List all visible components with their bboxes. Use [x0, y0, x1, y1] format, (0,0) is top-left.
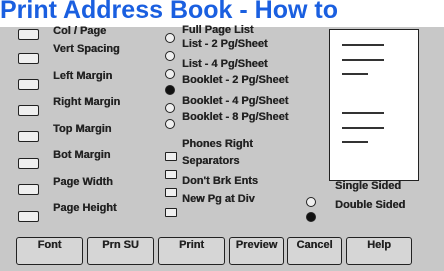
page-width-field[interactable] [18, 184, 39, 195]
page-preview [329, 29, 419, 181]
vert-spacing-field[interactable] [18, 53, 39, 64]
list-2-label: List - 2 Pg/Sheet [182, 38, 268, 50]
right-margin-label: Right Margin [53, 96, 121, 108]
preview-line [342, 112, 384, 114]
help-button-label: Help [367, 239, 391, 251]
bot-margin-field[interactable] [18, 158, 39, 169]
page-width-label: Page Width [53, 176, 113, 188]
font-button[interactable]: Font [16, 237, 83, 265]
separators-label: Separators [182, 155, 240, 167]
booklet-4-label: Booklet - 4 Pg/Sheet [182, 95, 289, 107]
phones-right-checkbox[interactable] [165, 188, 177, 197]
preview-button-label: Preview [235, 239, 278, 251]
dont-brk-ents-checkbox[interactable] [165, 170, 177, 179]
booklet-4-radio[interactable] [165, 103, 175, 113]
booklet-2-radio[interactable] [165, 85, 175, 95]
new-pg-at-div-label: New Pg at Div [182, 193, 255, 205]
col-per-page-field[interactable] [18, 29, 39, 40]
booklet-8-radio[interactable] [165, 119, 175, 129]
list-4-radio[interactable] [165, 51, 175, 61]
dont-brk-ents-label: Don't Brk Ents [182, 175, 258, 187]
list-4-label: List - 4 Pg/Sheet [182, 58, 268, 70]
double-sided-radio[interactable] [306, 212, 316, 222]
preview-button[interactable]: Preview [229, 237, 284, 265]
prn-su-button[interactable]: Prn SU [87, 237, 154, 265]
page-height-label: Page Height [53, 202, 117, 214]
full-page-list-label: Full Page List [182, 24, 254, 36]
help-button[interactable]: Help [346, 237, 412, 265]
booklet-2-label: Booklet - 2 Pg/Sheet [182, 74, 289, 86]
vert-spacing-label: Vert Spacing [53, 43, 120, 55]
bot-margin-label: Bot Margin [53, 149, 111, 161]
preview-line [342, 73, 368, 75]
list-2-radio[interactable] [165, 33, 175, 43]
col-per-page-label: Col / Page [53, 25, 107, 37]
phones-right-label: Phones Right [182, 138, 253, 150]
page-title: Print Address Book - How to [0, 0, 338, 24]
booklet-2-radio-unselected-marker[interactable] [165, 69, 175, 79]
prn-su-button-label: Prn SU [102, 239, 139, 251]
top-margin-field[interactable] [18, 131, 39, 142]
new-pg-at-div-checkbox[interactable] [165, 208, 177, 217]
cancel-button[interactable]: Cancel [287, 237, 342, 265]
top-margin-label: Top Margin [53, 123, 112, 135]
print-button-label: Print [178, 239, 205, 251]
single-sided-radio[interactable] [306, 197, 316, 207]
single-sided-label: Single Sided [335, 180, 402, 192]
cancel-button-label: Cancel [296, 239, 333, 251]
separators-checkbox[interactable] [165, 152, 177, 161]
font-button-label: Font [37, 239, 62, 251]
left-margin-field[interactable] [18, 79, 39, 90]
double-sided-label: Double Sided [335, 199, 406, 211]
preview-line [342, 141, 368, 143]
left-margin-label: Left Margin [53, 70, 113, 82]
page-height-field[interactable] [18, 211, 39, 222]
print-settings-dialog: Col / Page Vert Spacing Left Margin Righ… [0, 24, 444, 271]
preview-line [342, 44, 384, 46]
preview-line [342, 127, 384, 129]
print-button[interactable]: Print [158, 237, 225, 265]
preview-line [342, 59, 384, 61]
booklet-8-label: Booklet - 8 Pg/Sheet [182, 111, 289, 123]
right-margin-field[interactable] [18, 105, 39, 116]
